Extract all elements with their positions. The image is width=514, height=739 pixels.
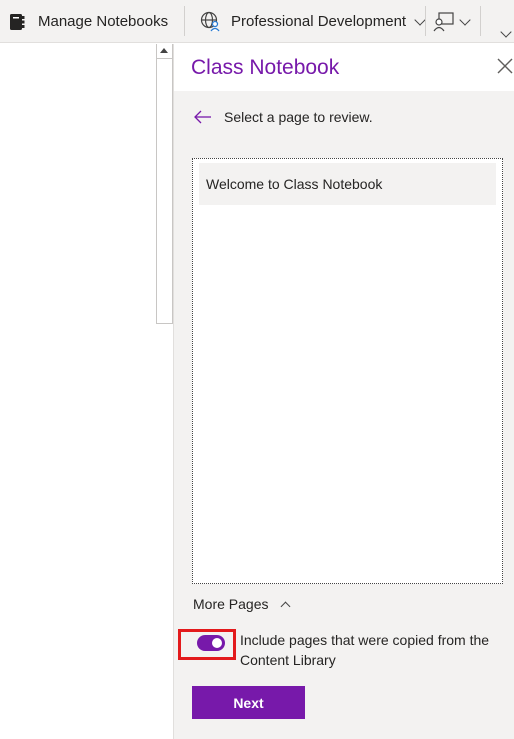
include-content-library-toggle[interactable]	[197, 635, 225, 651]
chevron-down-icon	[500, 25, 512, 38]
scroll-up-arrow-icon[interactable]	[160, 48, 168, 53]
list-item[interactable]: Welcome to Class Notebook	[199, 163, 496, 205]
scrollbar-divider	[157, 58, 172, 59]
ribbon-separator	[184, 6, 185, 36]
toggle-label: Include pages that were copied from the …	[240, 632, 490, 668]
toggle-knob	[212, 638, 222, 648]
manage-notebooks-button[interactable]: Manage Notebooks	[9, 0, 168, 43]
back-row: Select a page to review.	[194, 106, 373, 128]
ribbon-toolbar: Manage Notebooks Professional Developmen…	[0, 0, 514, 43]
back-arrow-icon[interactable]	[194, 110, 212, 124]
review-student-work-button[interactable]	[433, 0, 471, 43]
class-notebook-pane: Class Notebook Select a page to review. …	[174, 44, 514, 739]
professional-development-label: Professional Development	[231, 13, 407, 30]
more-pages-toggle[interactable]: More Pages	[193, 596, 291, 612]
review-person-icon	[433, 11, 454, 31]
next-button[interactable]: Next	[192, 686, 305, 719]
close-icon[interactable]	[496, 57, 514, 75]
chevron-down-icon	[459, 13, 471, 26]
chevron-up-icon	[281, 601, 291, 611]
globe-people-icon	[200, 11, 220, 32]
notebook-icon	[10, 13, 25, 30]
pane-title: Class Notebook	[191, 56, 340, 79]
professional-development-button[interactable]: Professional Development	[200, 0, 426, 43]
manage-notebooks-label: Manage Notebooks	[38, 13, 169, 30]
page-canvas[interactable]	[0, 44, 156, 739]
more-pages-label: More Pages	[193, 596, 269, 612]
pages-list[interactable]: Welcome to Class Notebook	[192, 158, 503, 584]
ribbon-separator	[480, 6, 481, 36]
ribbon-separator	[425, 6, 426, 36]
vertical-scrollbar[interactable]	[156, 44, 173, 324]
pane-header: Class Notebook	[174, 44, 514, 91]
page-item-label: Welcome to Class Notebook	[206, 176, 383, 192]
select-page-instruction: Select a page to review.	[224, 109, 373, 125]
